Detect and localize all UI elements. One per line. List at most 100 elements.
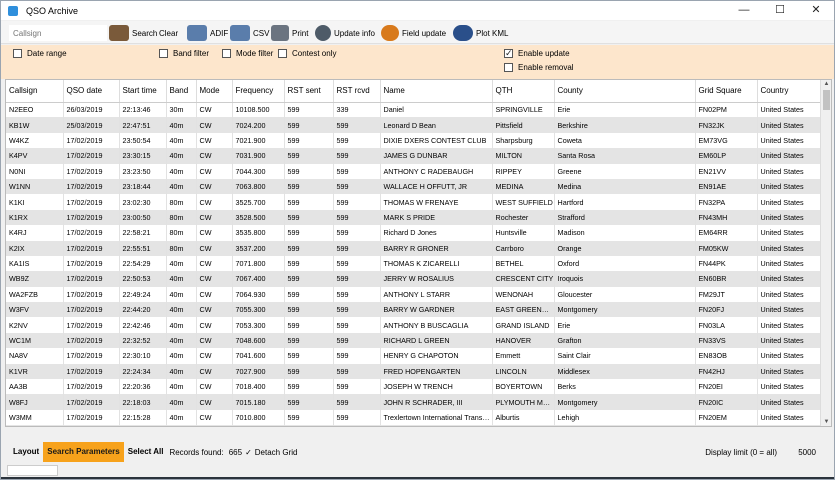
table-cell[interactable]: 40m — [166, 332, 197, 349]
table-cell[interactable]: United States — [757, 102, 822, 118]
table-row[interactable]: W8FJ 17/02/2019 22:18:03 40m CW 7015.180 599 59… — [6, 394, 822, 410]
table-cell[interactable]: 599 — [333, 148, 381, 164]
table-cell[interactable]: 3528.500 — [232, 209, 285, 226]
table-cell[interactable]: United States — [757, 163, 822, 179]
callsign-input[interactable] — [9, 25, 107, 41]
table-cell[interactable]: CW — [196, 255, 233, 272]
table-cell[interactable]: 599 — [284, 394, 334, 410]
table-cell[interactable]: 599 — [333, 271, 381, 287]
table-cell[interactable]: 25/03/2019 — [63, 117, 120, 133]
layout-tab[interactable]: Layout — [9, 442, 43, 462]
table-cell[interactable]: CW — [196, 332, 233, 349]
table-cell[interactable]: 22:30:10 — [119, 348, 167, 364]
table-cell[interactable]: Emmett — [492, 348, 555, 364]
column-header[interactable]: Name — [380, 80, 493, 103]
close-button[interactable]: ✕ — [798, 1, 834, 20]
table-cell[interactable]: PLYMOUTH ME... — [492, 394, 555, 410]
table-cell[interactable]: JOHN R SCHRADER, III — [380, 394, 493, 410]
table-cell[interactable]: 599 — [333, 194, 381, 210]
table-cell[interactable]: 339 — [333, 102, 381, 118]
table-cell[interactable]: Iroquois — [554, 271, 696, 287]
table-cell[interactable]: WENONAH — [492, 286, 555, 303]
table-cell[interactable]: CRESCENT CITY — [492, 271, 555, 287]
table-cell[interactable]: HANOVER — [492, 332, 555, 349]
table-cell[interactable]: W4KZ — [6, 132, 64, 149]
table-cell[interactable]: 17/02/2019 — [63, 225, 120, 241]
table-cell[interactable]: 599 — [284, 255, 334, 272]
table-cell[interactable]: K4PV — [6, 148, 64, 164]
table-cell[interactable]: 599 — [284, 332, 334, 349]
minimize-button[interactable]: — — [726, 1, 762, 20]
table-cell[interactable]: 17/02/2019 — [63, 271, 120, 287]
table-cell[interactable]: 599 — [333, 255, 381, 272]
table-cell[interactable]: CW — [196, 302, 233, 318]
table-cell[interactable]: 599 — [284, 317, 334, 333]
table-cell[interactable]: 40m — [166, 286, 197, 303]
table-cell[interactable]: 599 — [333, 240, 381, 256]
scroll-up-icon[interactable]: ▲ — [821, 81, 831, 87]
table-cell[interactable]: United States — [757, 178, 822, 195]
column-header[interactable]: Mode — [196, 80, 233, 103]
table-cell[interactable]: 3537.200 — [232, 240, 285, 256]
table-cell[interactable]: Greene — [554, 163, 696, 179]
table-cell[interactable]: CW — [196, 163, 233, 179]
table-cell[interactable]: 23:02:30 — [119, 194, 167, 210]
table-row[interactable]: K2IX 17/02/2019 22:55:51 80m CW 3537.200 599 59… — [6, 240, 822, 256]
table-cell[interactable]: Erie — [554, 317, 696, 333]
column-header[interactable]: Start time — [119, 80, 167, 103]
table-cell[interactable]: FM29JT — [695, 286, 758, 303]
table-cell[interactable]: 22:54:29 — [119, 255, 167, 272]
table-cell[interactable]: Hartford — [554, 194, 696, 210]
table-cell[interactable]: 599 — [333, 132, 381, 149]
table-row[interactable]: N2EEO 26/03/2019 22:13:46 30m CW 10108.500 599… — [6, 102, 822, 118]
table-cell[interactable]: 3525.700 — [232, 194, 285, 210]
table-cell[interactable]: 23:23:50 — [119, 163, 167, 179]
table-cell[interactable]: ANTHONY C RADEBAUGH — [380, 163, 493, 179]
table-cell[interactable]: CW — [196, 286, 233, 303]
table-cell[interactable]: FN20IC — [695, 394, 758, 410]
table-cell[interactable]: Montgomery — [554, 394, 696, 410]
table-cell[interactable]: 599 — [284, 348, 334, 364]
table-cell[interactable]: FN20FJ — [695, 302, 758, 318]
table-row[interactable]: K4RJ 17/02/2019 22:58:21 80m CW 3535.800 599 59… — [6, 225, 822, 241]
table-cell[interactable]: 22:49:24 — [119, 286, 167, 303]
table-cell[interactable]: 40m — [166, 302, 197, 318]
table-row[interactable]: K4PV 17/02/2019 23:30:15 40m CW 7031.900 599 59… — [6, 148, 822, 164]
table-cell[interactable]: FRED HOPENGARTEN — [380, 363, 493, 380]
table-row[interactable]: N0NI 17/02/2019 23:23:50 40m CW 7044.300 599 59… — [6, 163, 822, 179]
table-cell[interactable]: 599 — [284, 302, 334, 318]
table-cell[interactable]: United States — [757, 255, 822, 272]
table-row[interactable]: K1RX 17/02/2019 23:00:50 80m CW 3528.500 599 59… — [6, 209, 822, 226]
table-row[interactable]: W1NN 17/02/2019 23:18:44 40m CW 7063.800 599 59… — [6, 178, 822, 195]
table-cell[interactable]: CW — [196, 409, 233, 426]
table-cell[interactable]: FN32PA — [695, 194, 758, 210]
table-cell[interactable]: BARRY R GRONER — [380, 240, 493, 256]
table-cell[interactable]: 599 — [284, 379, 334, 395]
table-cell[interactable]: 599 — [333, 286, 381, 303]
column-header[interactable]: RST sent — [284, 80, 334, 103]
table-cell[interactable]: W8FJ — [6, 394, 64, 410]
table-cell[interactable]: ERIC D LEE — [380, 425, 493, 426]
table-cell[interactable]: EN60BR — [695, 271, 758, 287]
table-cell[interactable]: EN91AE — [695, 178, 758, 195]
column-header[interactable]: Frequency — [232, 80, 285, 103]
table-cell[interactable]: 80m — [166, 194, 197, 210]
table-cell[interactable]: 17/02/2019 — [63, 425, 120, 426]
table-cell[interactable]: 599 — [333, 209, 381, 226]
table-cell[interactable]: 7067.400 — [232, 271, 285, 287]
table-cell[interactable]: Pittsfield — [492, 117, 555, 133]
table-cell[interactable]: Santa Rosa — [554, 148, 696, 164]
table-cell[interactable]: FN03LA — [695, 317, 758, 333]
table-cell[interactable]: 17/02/2019 — [63, 194, 120, 210]
table-cell[interactable]: 7053.300 — [232, 317, 285, 333]
table-cell[interactable]: 599 — [284, 117, 334, 133]
enable-update-checkbox[interactable]: Enable update — [504, 48, 570, 59]
table-cell[interactable]: 40m — [166, 255, 197, 272]
table-cell[interactable]: EAST GREENVI... — [492, 302, 555, 318]
table-cell[interactable]: 599 — [333, 394, 381, 410]
table-cell[interactable]: United States — [757, 194, 822, 210]
table-cell[interactable]: 7021.900 — [232, 132, 285, 149]
table-cell[interactable]: ANTHONY L STARR — [380, 286, 493, 303]
table-cell[interactable]: Madison — [554, 225, 696, 241]
table-cell[interactable]: 17/02/2019 — [63, 302, 120, 318]
